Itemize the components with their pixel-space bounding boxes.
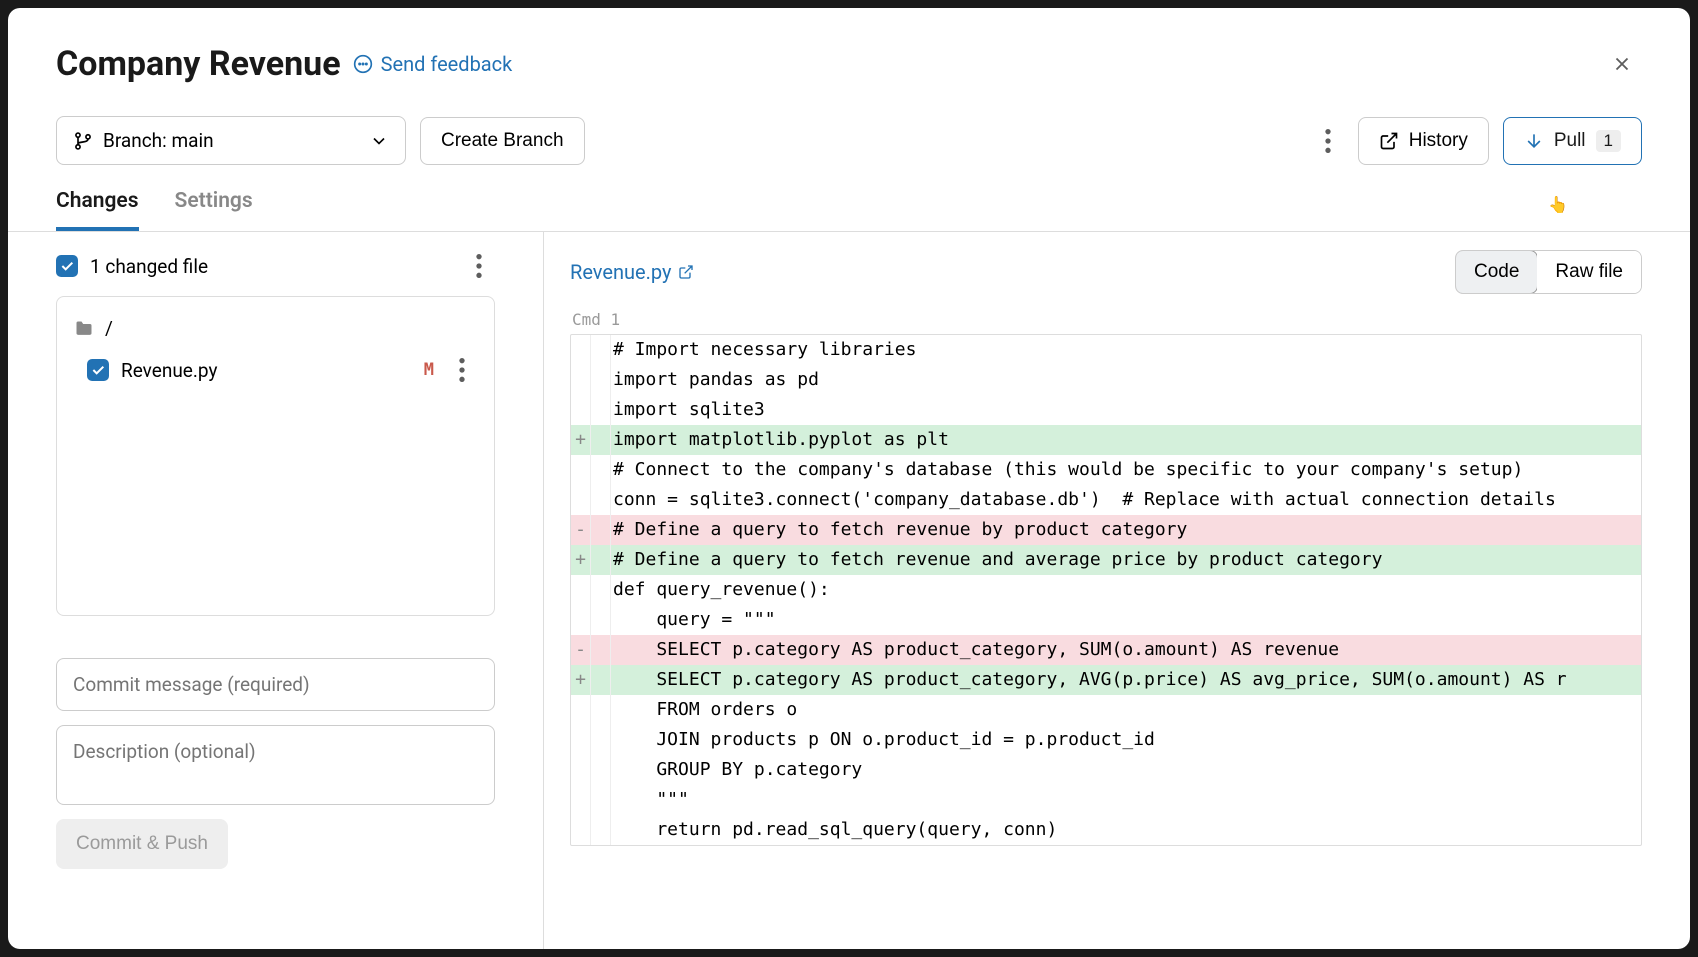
diff-line: import sqlite3 xyxy=(571,395,1641,425)
branch-selector[interactable]: Branch: main xyxy=(56,116,406,165)
more-menu-button[interactable] xyxy=(1312,125,1344,157)
diff-line: GROUP BY p.category xyxy=(571,755,1641,785)
tab-settings[interactable]: Settings xyxy=(175,189,253,231)
diff-line: def query_revenue(): xyxy=(571,575,1641,605)
diff-line: FROM orders o xyxy=(571,695,1641,725)
diff-line: # Import necessary libraries xyxy=(571,335,1641,365)
cmd-label: Cmd 1 xyxy=(572,310,1642,329)
commit-section: Commit & Push xyxy=(56,658,495,869)
view-toggle: Code Raw file xyxy=(1455,250,1642,294)
history-button[interactable]: History xyxy=(1358,117,1489,165)
diff-line: query = """ xyxy=(571,605,1641,635)
file-checkbox[interactable] xyxy=(87,359,109,381)
diff-line: # Connect to the company's database (thi… xyxy=(571,455,1641,485)
diff-line: conn = sqlite3.connect('company_database… xyxy=(571,485,1641,515)
sidebar-more-button[interactable] xyxy=(463,250,495,282)
file-name: Revenue.py xyxy=(121,359,412,382)
check-icon xyxy=(59,258,75,274)
folder-icon xyxy=(73,319,95,339)
content: 1 changed file / Revenue.py M xyxy=(8,232,1690,949)
file-more-button[interactable] xyxy=(446,354,478,386)
chevron-down-icon xyxy=(369,131,389,151)
check-icon xyxy=(90,362,106,378)
kebab-icon xyxy=(463,250,495,282)
commit-description-input[interactable] xyxy=(56,725,495,805)
raw-file-button[interactable]: Raw file xyxy=(1537,251,1641,293)
pull-count-badge: 1 xyxy=(1596,130,1621,152)
modified-badge: M xyxy=(424,360,434,380)
file-link[interactable]: Revenue.py xyxy=(570,260,694,284)
diff-line: JOIN products p ON o.product_id = p.prod… xyxy=(571,725,1641,755)
diff-line: +# Define a query to fetch revenue and a… xyxy=(571,545,1641,575)
kebab-icon xyxy=(1312,125,1344,157)
changed-files-count: 1 changed file xyxy=(90,255,451,278)
code-view-button[interactable]: Code xyxy=(1455,250,1538,294)
git-modal: Company Revenue Send feedback Branch: ma… xyxy=(8,8,1690,949)
create-branch-button[interactable]: Create Branch xyxy=(420,117,585,165)
external-link-icon xyxy=(1379,131,1399,151)
diff-line: -# Define a query to fetch revenue by pr… xyxy=(571,515,1641,545)
diff-view[interactable]: # Import necessary librariesimport panda… xyxy=(570,334,1642,846)
main-panel: Revenue.py Code Raw file Cmd 1 # Import … xyxy=(544,232,1690,949)
select-all-checkbox[interactable] xyxy=(56,255,78,277)
arrow-down-icon xyxy=(1524,131,1544,151)
git-branch-icon xyxy=(73,131,93,151)
diff-line: - SELECT p.category AS product_category,… xyxy=(571,635,1641,665)
commit-push-button[interactable]: Commit & Push xyxy=(56,819,228,869)
diff-line: return pd.read_sql_query(query, conn) xyxy=(571,815,1641,845)
folder-row[interactable]: / xyxy=(71,311,480,346)
file-tree: / Revenue.py M xyxy=(56,296,495,616)
modal-header: Company Revenue Send feedback xyxy=(8,8,1690,84)
file-row[interactable]: Revenue.py M xyxy=(71,346,480,394)
page-title: Company Revenue xyxy=(56,44,341,84)
comment-icon xyxy=(353,54,373,74)
diff-line: + SELECT p.category AS product_category,… xyxy=(571,665,1641,695)
tab-changes[interactable]: Changes xyxy=(56,189,139,231)
close-button[interactable] xyxy=(1602,44,1642,84)
file-header: Revenue.py Code Raw file xyxy=(570,250,1642,294)
external-link-icon xyxy=(678,264,694,280)
tabs: Changes Settings xyxy=(8,165,1690,232)
diff-line: +import matplotlib.pyplot as plt xyxy=(571,425,1641,455)
toolbar: Branch: main Create Branch History Pull … xyxy=(8,84,1690,165)
diff-line: import pandas as pd xyxy=(571,365,1641,395)
pull-button[interactable]: Pull 1 xyxy=(1503,117,1642,165)
commit-message-input[interactable] xyxy=(56,658,495,711)
sidebar-header: 1 changed file xyxy=(56,250,495,282)
send-feedback-link[interactable]: Send feedback xyxy=(353,52,513,76)
sidebar: 1 changed file / Revenue.py M xyxy=(8,232,544,949)
diff-line: """ xyxy=(571,785,1641,815)
close-icon xyxy=(1611,53,1633,75)
kebab-icon xyxy=(446,354,478,386)
